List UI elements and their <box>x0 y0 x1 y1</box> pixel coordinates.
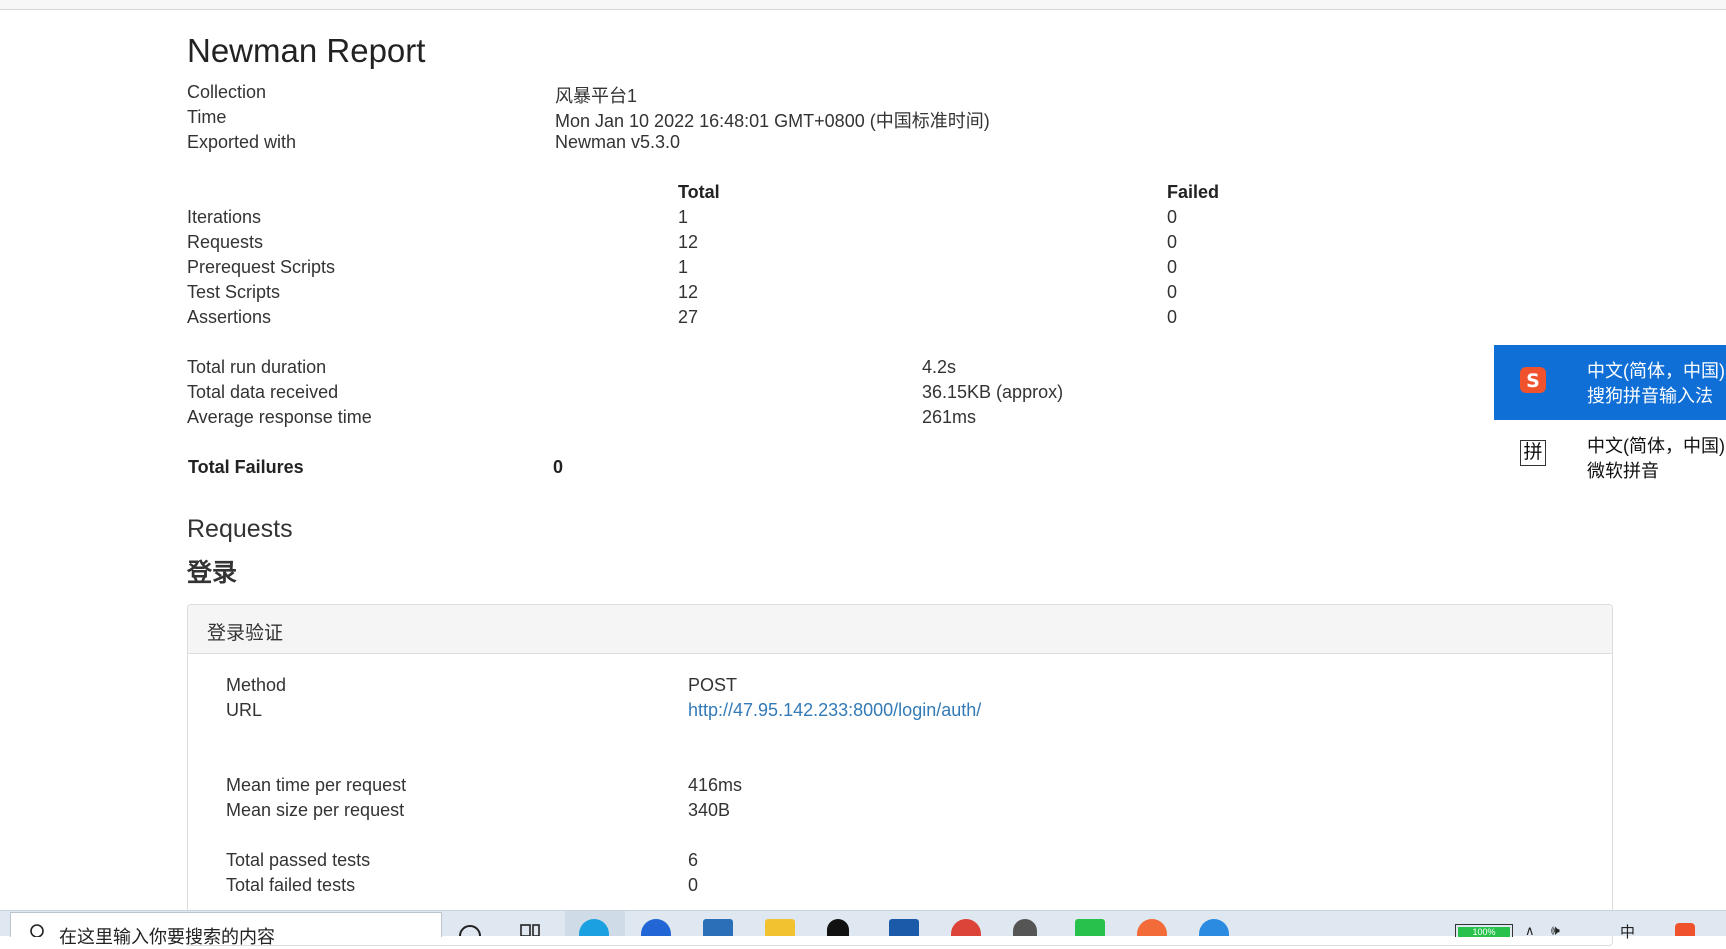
tray-arrow-icon[interactable]: ∧ <box>1525 923 1535 939</box>
request-name: 登录验证 <box>207 623 284 644</box>
method-label: Method <box>226 675 287 695</box>
stat-label-duration: Total run duration <box>187 357 327 377</box>
sogou-icon: S <box>1520 367 1546 393</box>
volume-icon[interactable]: 🕪 <box>1551 922 1560 939</box>
summary-row-total: 27 <box>678 307 699 327</box>
meta-value-time: Mon Jan 10 2022 16:48:01 GMT+0800 (中国标准时… <box>555 111 990 131</box>
input-language-indicator[interactable]: 中 <box>1620 921 1635 942</box>
meta-value-exported: Newman v5.3.0 <box>555 132 681 152</box>
meta-value-collection: 风暴平台1 <box>555 86 638 106</box>
browser-top-border <box>0 0 1726 10</box>
summary-row-failed: 0 <box>1167 307 1178 327</box>
ime-option-text: 中文(简体，中国) 搜狗拼音输入法 <box>1587 359 1725 409</box>
folder-heading: 登录 <box>187 559 238 587</box>
task-view-icon[interactable] <box>518 922 544 936</box>
summary-row-total: 1 <box>678 207 689 227</box>
request-url-link[interactable]: http://47.95.142.233:8000/login/auth/ <box>688 700 981 721</box>
stat-value-data: 36.15KB (approx) <box>922 382 1064 402</box>
mail-icon[interactable] <box>889 919 919 936</box>
summary-header-failed: Failed <box>1167 182 1220 202</box>
pinyin-icon: 拼 <box>1520 440 1546 466</box>
mean-time-value: 416ms <box>688 775 743 795</box>
summary-row-total: 12 <box>678 232 699 252</box>
mean-size-label: Mean size per request <box>226 800 405 820</box>
taskbar-search-placeholder: 在这里输入你要搜索的内容 <box>59 927 275 947</box>
postman-icon[interactable] <box>1137 919 1167 936</box>
svg-text:S: S <box>1526 370 1540 392</box>
failed-tests-value: 0 <box>688 875 699 895</box>
total-failures-label: Total Failures <box>188 457 304 477</box>
battery-level: 100% <box>1458 927 1510 937</box>
method-value: POST <box>688 675 738 695</box>
requests-heading: Requests <box>187 515 293 543</box>
chrome-icon[interactable] <box>951 919 981 936</box>
meta-label-collection: Collection <box>187 82 267 102</box>
ime-option-text: 中文(简体，中国) 微软拼音 <box>1587 434 1725 484</box>
failed-tests-label: Total failed tests <box>226 875 356 895</box>
summary-row-total: 1 <box>678 257 689 277</box>
report-title: Newman Report <box>187 32 426 69</box>
ime-method-name: 微软拼音 <box>1587 461 1659 481</box>
summary-row-failed: 0 <box>1167 257 1178 277</box>
qq-icon[interactable] <box>827 919 849 936</box>
summary-row-failed: 0 <box>1167 207 1178 227</box>
ime-option-sogou[interactable]: S 中文(简体，中国) 搜狗拼音输入法 <box>1494 345 1726 420</box>
summary-row-total: 12 <box>678 282 699 302</box>
meta-label-exported: Exported with <box>187 132 297 152</box>
stat-label-response: Average response time <box>187 407 372 427</box>
summary-row-label: Iterations <box>187 207 262 227</box>
ime-option-microsoft-pinyin[interactable]: 拼 中文(简体，中国) 微软拼音 <box>1494 420 1726 495</box>
summary-header-total: Total <box>678 182 720 202</box>
summary-row-label: Assertions <box>187 307 272 327</box>
browser-blue-icon[interactable] <box>641 919 671 936</box>
passed-tests-label: Total passed tests <box>226 850 371 870</box>
taskbar: 在这里输入你要搜索的内容 100% ∧ 🕪 中 <box>0 910 1726 947</box>
battery-icon[interactable]: 100% <box>1455 924 1513 937</box>
stat-value-response: 261ms <box>922 407 977 427</box>
url-label: URL <box>226 700 263 720</box>
store-icon[interactable] <box>703 919 733 936</box>
stat-label-data: Total data received <box>187 382 339 402</box>
ime-method-name: 搜狗拼音输入法 <box>1587 386 1713 406</box>
ime-language: 中文(简体，中国) <box>1587 361 1725 381</box>
summary-row-failed: 0 <box>1167 232 1178 252</box>
file-explorer-icon[interactable] <box>765 919 795 936</box>
request-panel-header[interactable]: 登录验证 <box>188 605 1612 654</box>
request-panel: 登录验证 Method POST URL http://47.95.142.23… <box>187 604 1613 946</box>
ime-language: 中文(简体，中国) <box>1587 436 1725 456</box>
feishu-icon[interactable] <box>1199 919 1229 936</box>
iqiyi-icon[interactable] <box>1075 919 1105 936</box>
settings-icon[interactable] <box>1013 919 1037 936</box>
cortana-icon[interactable] <box>457 923 483 936</box>
mean-size-value: 340B <box>688 800 731 820</box>
stat-value-duration: 4.2s <box>922 357 957 377</box>
taskbar-search-box[interactable]: 在这里输入你要搜索的内容 <box>10 912 442 947</box>
meta-label-time: Time <box>187 107 227 127</box>
summary-row-label: Requests <box>187 232 264 252</box>
mean-time-label: Mean time per request <box>226 775 407 795</box>
passed-tests-value: 6 <box>688 850 699 870</box>
summary-row-label: Prerequest Scripts <box>187 257 336 277</box>
summary-row-failed: 0 <box>1167 282 1178 302</box>
total-failures-value: 0 <box>553 457 564 477</box>
sogou-tray-icon[interactable] <box>1675 923 1695 936</box>
summary-row-label: Test Scripts <box>187 282 281 302</box>
